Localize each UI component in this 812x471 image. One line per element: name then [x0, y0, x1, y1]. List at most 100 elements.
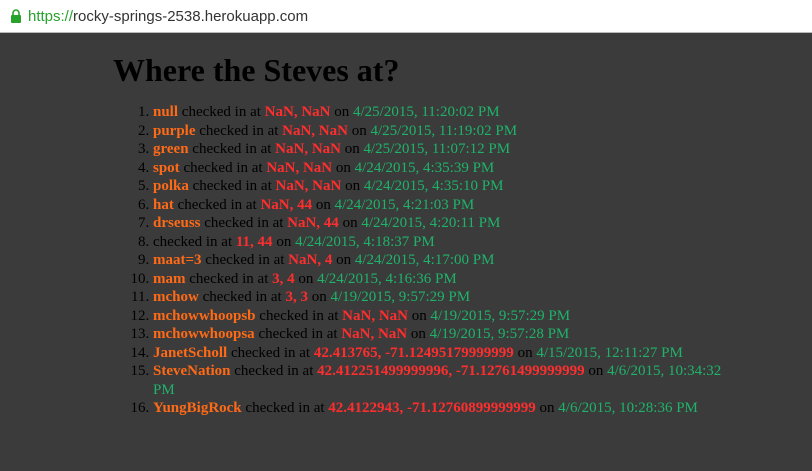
checkin-user: null	[153, 104, 179, 120]
checkin-user: mchow	[153, 289, 199, 305]
checkin-item: null checked in at NaN, NaN on 4/25/2015…	[153, 103, 733, 122]
checkin-item: polka checked in at NaN, NaN on 4/24/201…	[153, 177, 733, 196]
checkin-location: NaN, 44	[287, 215, 339, 231]
checkin-location: NaN, NaN	[341, 326, 408, 342]
checkin-location: NaN, NaN	[266, 159, 333, 176]
checkin-item: SteveNation checked in at 42.41225149999…	[153, 362, 733, 399]
checkin-location: NaN, 44	[260, 196, 313, 213]
on-text: on	[408, 307, 431, 324]
on-text: on	[338, 215, 362, 231]
checkin-user: purple	[153, 122, 196, 139]
on-text: on	[312, 196, 335, 213]
checkin-user: mchowwhoopsb	[153, 307, 256, 324]
checked-in-text: checked in at	[230, 363, 318, 379]
checkin-time: 4/19/2015, 9:57:28 PM	[429, 326, 570, 342]
checkin-time: 4/24/2015, 4:35:39 PM	[354, 159, 495, 176]
checkin-location: 42.4122943, -71.12760899999999	[328, 400, 536, 416]
checked-in-text: checked in at	[198, 289, 286, 305]
checkin-item: YungBigRock checked in at 42.4122943, -7…	[153, 399, 733, 418]
checkin-item: mchowwhoopsb checked in at NaN, NaN on 4…	[153, 307, 733, 326]
checkin-time: 4/24/2015, 4:16:36 PM	[317, 270, 457, 287]
page-content: Where the Steves at? null checked in at …	[0, 33, 812, 418]
checkin-user: hat	[153, 196, 174, 213]
on-text: on	[407, 326, 430, 342]
checkin-time: 4/15/2015, 12:11:27 PM	[536, 344, 683, 361]
checkin-item: JanetScholl checked in at 42.413765, -71…	[153, 344, 733, 363]
checkin-time: 4/19/2015, 9:57:29 PM	[430, 307, 571, 324]
checkin-location: NaN, 4	[288, 252, 333, 268]
checkin-time: 4/6/2015, 10:28:36 PM	[558, 400, 698, 416]
checked-in-text: checked in at	[179, 159, 267, 176]
checkin-location: NaN, NaN	[275, 178, 342, 194]
checkin-user: mchowwhoopsa	[153, 326, 255, 342]
checkin-location: NaN, NaN	[282, 122, 348, 139]
checked-in-text: checked in at	[173, 196, 261, 213]
checked-in-text: checked in at	[195, 122, 283, 139]
address-bar[interactable]: https://rocky-springs-2538.herokuapp.com	[0, 0, 812, 33]
url-host: rocky-springs-2538.herokuapp.com	[73, 7, 309, 25]
checkin-time: 4/24/2015, 4:17:00 PM	[354, 252, 495, 268]
checked-in-text: checked in at	[255, 307, 343, 324]
checkin-user: SteveNation	[153, 363, 231, 379]
on-text: on	[294, 270, 318, 287]
on-text: on	[535, 400, 559, 416]
checked-in-text: checked in at	[201, 252, 289, 268]
checkin-location: 11, 44	[235, 233, 273, 250]
on-text: on	[272, 233, 296, 250]
checkin-user: green	[153, 141, 189, 157]
checkin-location: NaN, NaN	[275, 141, 342, 157]
checkin-location: NaN, NaN	[264, 104, 331, 120]
checkin-user: mam	[153, 270, 186, 287]
checked-in-text: checked in at	[185, 270, 273, 287]
on-text: on	[584, 363, 608, 379]
url-scheme: https://	[28, 7, 74, 25]
checkin-time: 4/24/2015, 4:35:10 PM	[363, 178, 504, 194]
checkin-location: 42.413765, -71.12495179999999	[313, 344, 514, 361]
on-text: on	[513, 344, 537, 361]
checkin-item: mam checked in at 3, 4 on 4/24/2015, 4:1…	[153, 270, 733, 289]
checkin-item: drseuss checked in at NaN, 44 on 4/24/20…	[153, 214, 733, 233]
checkin-time: 4/25/2015, 11:19:02 PM	[370, 122, 518, 139]
checkin-location: 3, 4	[272, 270, 295, 287]
checkin-item: hat checked in at NaN, 44 on 4/24/2015, …	[153, 196, 733, 215]
checked-in-text: checked in at	[188, 141, 276, 157]
on-text: on	[341, 178, 364, 194]
checkin-location: NaN, NaN	[342, 307, 408, 324]
on-text: on	[347, 122, 371, 139]
checkin-user: drseuss	[153, 215, 201, 231]
checkin-time: 4/24/2015, 4:21:03 PM	[334, 196, 475, 213]
on-text: on	[307, 289, 331, 305]
checkin-user: polka	[153, 178, 189, 194]
checkin-item: mchow checked in at 3, 3 on 4/19/2015, 9…	[153, 288, 733, 307]
checked-in-text: checked in at	[188, 178, 276, 194]
checkin-item: green checked in at NaN, NaN on 4/25/201…	[153, 140, 733, 159]
on-text: on	[341, 141, 364, 157]
on-text: on	[332, 252, 355, 268]
checkin-user: YungBigRock	[153, 400, 242, 416]
checkin-item: spot checked in at NaN, NaN on 4/24/2015…	[153, 159, 733, 178]
checkin-time: 4/25/2015, 11:20:02 PM	[353, 104, 500, 120]
checkin-user: maat=3	[153, 252, 202, 268]
checkin-item: maat=3 checked in at NaN, 4 on 4/24/2015…	[153, 251, 733, 270]
lock-icon	[11, 9, 21, 23]
checkin-item: purple checked in at NaN, NaN on 4/25/20…	[153, 122, 733, 141]
checked-in-text: checked in at	[200, 215, 288, 231]
checkin-list: null checked in at NaN, NaN on 4/25/2015…	[113, 103, 733, 418]
checkin-user: JanetScholl	[153, 344, 228, 361]
checkin-location: 42.412251499999996, -71.12761499999999	[317, 363, 585, 379]
on-text: on	[330, 104, 353, 120]
checkin-time: 4/25/2015, 11:07:12 PM	[363, 141, 511, 157]
checkin-time: 4/19/2015, 9:57:29 PM	[330, 289, 471, 305]
checked-in-text: checked in at	[254, 326, 342, 342]
checked-in-text: checked in at	[241, 400, 329, 416]
checkin-item: checked in at 11, 44 on 4/24/2015, 4:18:…	[153, 233, 733, 252]
checked-in-text: checked in at	[178, 104, 265, 120]
checkin-time: 4/24/2015, 4:20:11 PM	[361, 215, 501, 231]
checkin-user: spot	[153, 159, 180, 176]
checkin-time: 4/24/2015, 4:18:37 PM	[295, 233, 435, 250]
checkin-item: mchowwhoopsa checked in at NaN, NaN on 4…	[153, 325, 733, 344]
checked-in-text: checked in at	[153, 233, 236, 250]
page-title: Where the Steves at?	[113, 52, 400, 88]
checkin-location: 3, 3	[285, 289, 308, 305]
checked-in-text: checked in at	[227, 344, 314, 361]
